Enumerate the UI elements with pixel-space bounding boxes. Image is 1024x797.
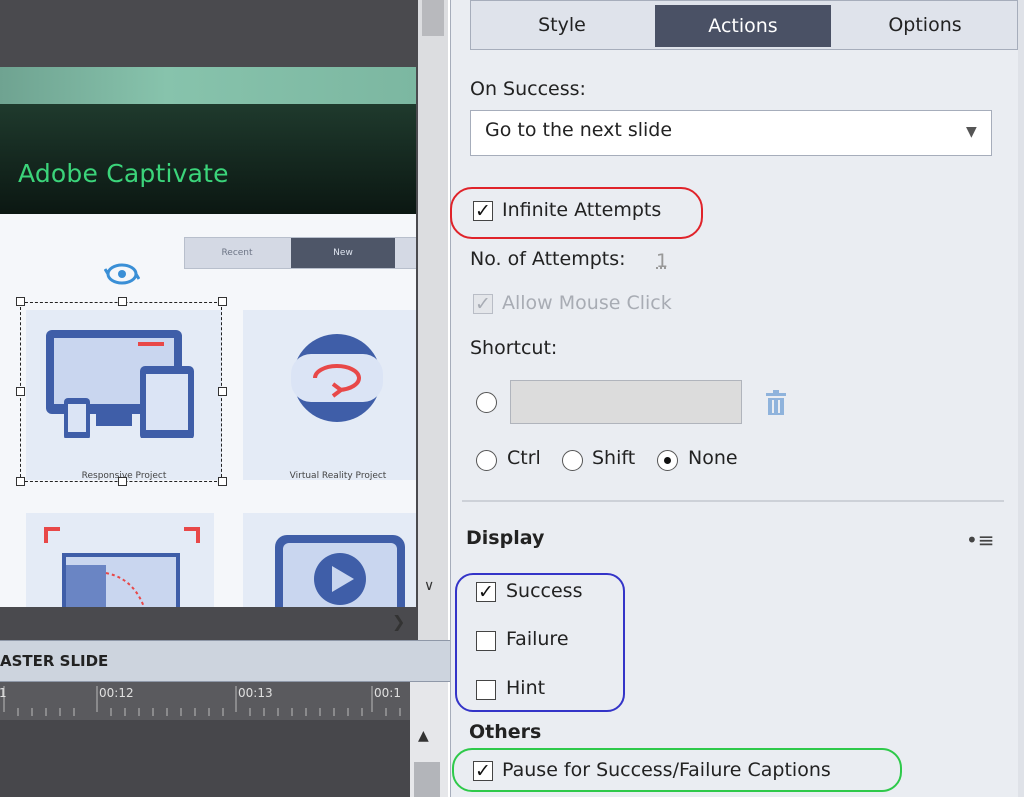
highlight-blue-outline <box>455 573 625 712</box>
allow-mouse-click-label: Allow Mouse Click <box>502 292 672 314</box>
shortcut-input[interactable] <box>510 380 742 424</box>
mini-tab-new[interactable]: New <box>291 238 395 268</box>
timeline-scroll-thumb[interactable] <box>414 762 440 797</box>
dropdown-arrow-icon[interactable]: ▼ <box>966 124 977 140</box>
mini-tab-recent[interactable]: Recent <box>185 238 289 268</box>
ctrl-label: Ctrl <box>507 447 541 469</box>
panel-scrollbar[interactable] <box>1018 0 1024 797</box>
banner-title: Adobe Captivate <box>18 159 229 188</box>
highlight-green-outline <box>452 748 902 792</box>
chevron-up-icon[interactable]: ▲ <box>418 728 429 744</box>
trash-icon[interactable] <box>764 390 788 416</box>
resize-handle[interactable] <box>16 297 25 306</box>
rotate-icon[interactable] <box>104 259 140 289</box>
timeline-tick: 00:1 <box>374 686 401 700</box>
card-project-3[interactable] <box>26 513 214 607</box>
tab-options[interactable]: Options <box>833 1 1017 49</box>
video-icon <box>275 535 405 607</box>
resize-handle[interactable] <box>218 387 227 396</box>
timeline-header-label: ASTER SLIDE <box>0 652 109 670</box>
resize-handle[interactable] <box>16 387 25 396</box>
selection-frame[interactable] <box>20 302 222 482</box>
no-of-attempts-label: No. of Attempts: <box>470 248 626 270</box>
others-heading: Others <box>469 721 542 743</box>
card-virtual-reality-project[interactable]: Virtual Reality Project <box>243 310 416 481</box>
stage-scroll-thumb[interactable] <box>422 0 444 36</box>
none-radio[interactable] <box>657 450 678 471</box>
tab-style[interactable]: Style <box>471 1 653 49</box>
ruler-ticks <box>3 686 401 716</box>
card-project-4[interactable] <box>243 513 416 607</box>
banner-strip <box>0 67 416 104</box>
on-success-value: Go to the next slide <box>485 119 673 141</box>
display-heading: Display <box>466 527 545 549</box>
timeline-ruler[interactable]: 1 00:12 00:13 00:1 <box>0 682 410 720</box>
shift-radio[interactable] <box>562 450 583 471</box>
resize-handle[interactable] <box>218 477 227 486</box>
ctrl-radio[interactable] <box>476 450 497 471</box>
resize-handle[interactable] <box>118 477 127 486</box>
vr-icon <box>291 334 383 422</box>
screen-recording-icon <box>44 527 200 607</box>
resize-handle[interactable] <box>16 477 25 486</box>
no-of-attempts-value[interactable]: 1 <box>656 250 668 272</box>
resize-handle[interactable] <box>118 297 127 306</box>
chevron-down-icon[interactable]: ∨ <box>424 578 442 598</box>
stage-vertical-scrollbar[interactable] <box>418 0 448 640</box>
shortcut-label: Shortcut: <box>470 337 558 359</box>
chevron-right-icon[interactable]: ❯ <box>392 612 410 632</box>
panel-tabs: Style Actions Options <box>470 0 1018 50</box>
allow-mouse-click-checkbox[interactable]: ✓ <box>473 294 493 314</box>
slide-canvas[interactable]: Adobe Captivate Recent New Responsive Pr… <box>0 67 416 607</box>
timeline-track[interactable] <box>0 720 410 797</box>
shortcut-radio[interactable] <box>476 392 497 413</box>
timeline-tick: 00:12 <box>99 686 134 700</box>
shift-label: Shift <box>592 447 636 469</box>
none-label: None <box>688 447 738 469</box>
on-success-label: On Success: <box>470 78 586 100</box>
tab-actions[interactable]: Actions <box>655 5 831 47</box>
timeline-tick: 00:13 <box>238 686 273 700</box>
card-label: Virtual Reality Project <box>289 471 387 481</box>
timeline-tick: 1 <box>0 686 7 700</box>
section-divider <box>462 500 1004 502</box>
slide-mini-tabs: Recent New <box>184 237 416 269</box>
highlight-red-outline <box>450 187 703 239</box>
resize-handle[interactable] <box>218 297 227 306</box>
list-menu-icon[interactable]: •≡ <box>966 528 995 552</box>
